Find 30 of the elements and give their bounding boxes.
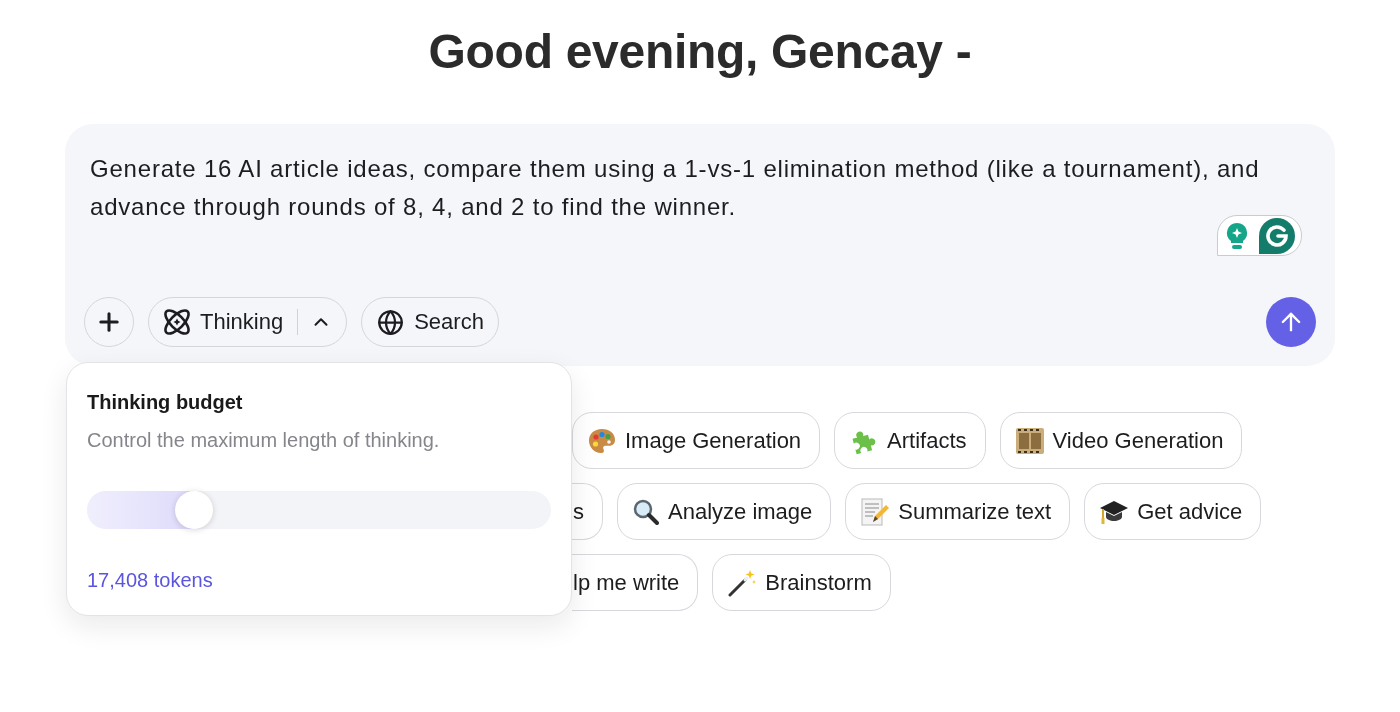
greeting-heading: Good evening, Gencay - bbox=[428, 24, 972, 80]
atom-icon bbox=[164, 309, 190, 335]
suggestion-chip[interactable]: Brainstorm bbox=[712, 554, 891, 611]
memo-pencil-icon bbox=[861, 497, 890, 526]
suggestion-chip[interactable]: Analyze image bbox=[617, 483, 832, 540]
suggestion-chip[interactable]: s bbox=[572, 483, 603, 540]
add-button[interactable] bbox=[84, 297, 134, 347]
globe-icon bbox=[377, 308, 405, 336]
lightbulb-icon[interactable] bbox=[1224, 221, 1249, 250]
send-button[interactable] bbox=[1266, 297, 1316, 347]
magic-wand-icon bbox=[728, 568, 757, 597]
token-count: 17,408 tokens bbox=[87, 568, 214, 592]
magnifier-icon bbox=[633, 498, 659, 525]
suggestion-chip[interactable]: lp me write bbox=[572, 554, 699, 611]
extension-widget[interactable] bbox=[1217, 215, 1302, 256]
thinking-button[interactable]: Thinking bbox=[148, 297, 348, 347]
popover-description: Control the maximum length of thinking. bbox=[87, 428, 441, 452]
palette-icon bbox=[588, 427, 616, 454]
prompt-input[interactable]: Generate 16 AI article ideas, compare them using a 1-vs-1 elimination method (like a tournament), and advance through rounds of 8, 4, and 2 to find the winner. bbox=[90, 150, 1280, 226]
suggestion-chip[interactable]: Image Generation bbox=[572, 412, 821, 469]
logo-icon[interactable] bbox=[1258, 217, 1295, 254]
suggestion-chip[interactable]: Get advice bbox=[1084, 483, 1262, 540]
suggestion-chip[interactable]: Summarize text bbox=[845, 483, 1071, 540]
suggestion-chip[interactable]: Artifacts bbox=[834, 412, 986, 469]
budget-slider[interactable] bbox=[87, 491, 551, 529]
graduation-cap-icon bbox=[1100, 498, 1129, 525]
search-button[interactable]: Search bbox=[361, 297, 499, 347]
suggestion-chip[interactable]: Video Generation bbox=[999, 412, 1243, 469]
film-strip-icon bbox=[1015, 427, 1044, 454]
popover-title: Thinking budget bbox=[87, 390, 244, 414]
